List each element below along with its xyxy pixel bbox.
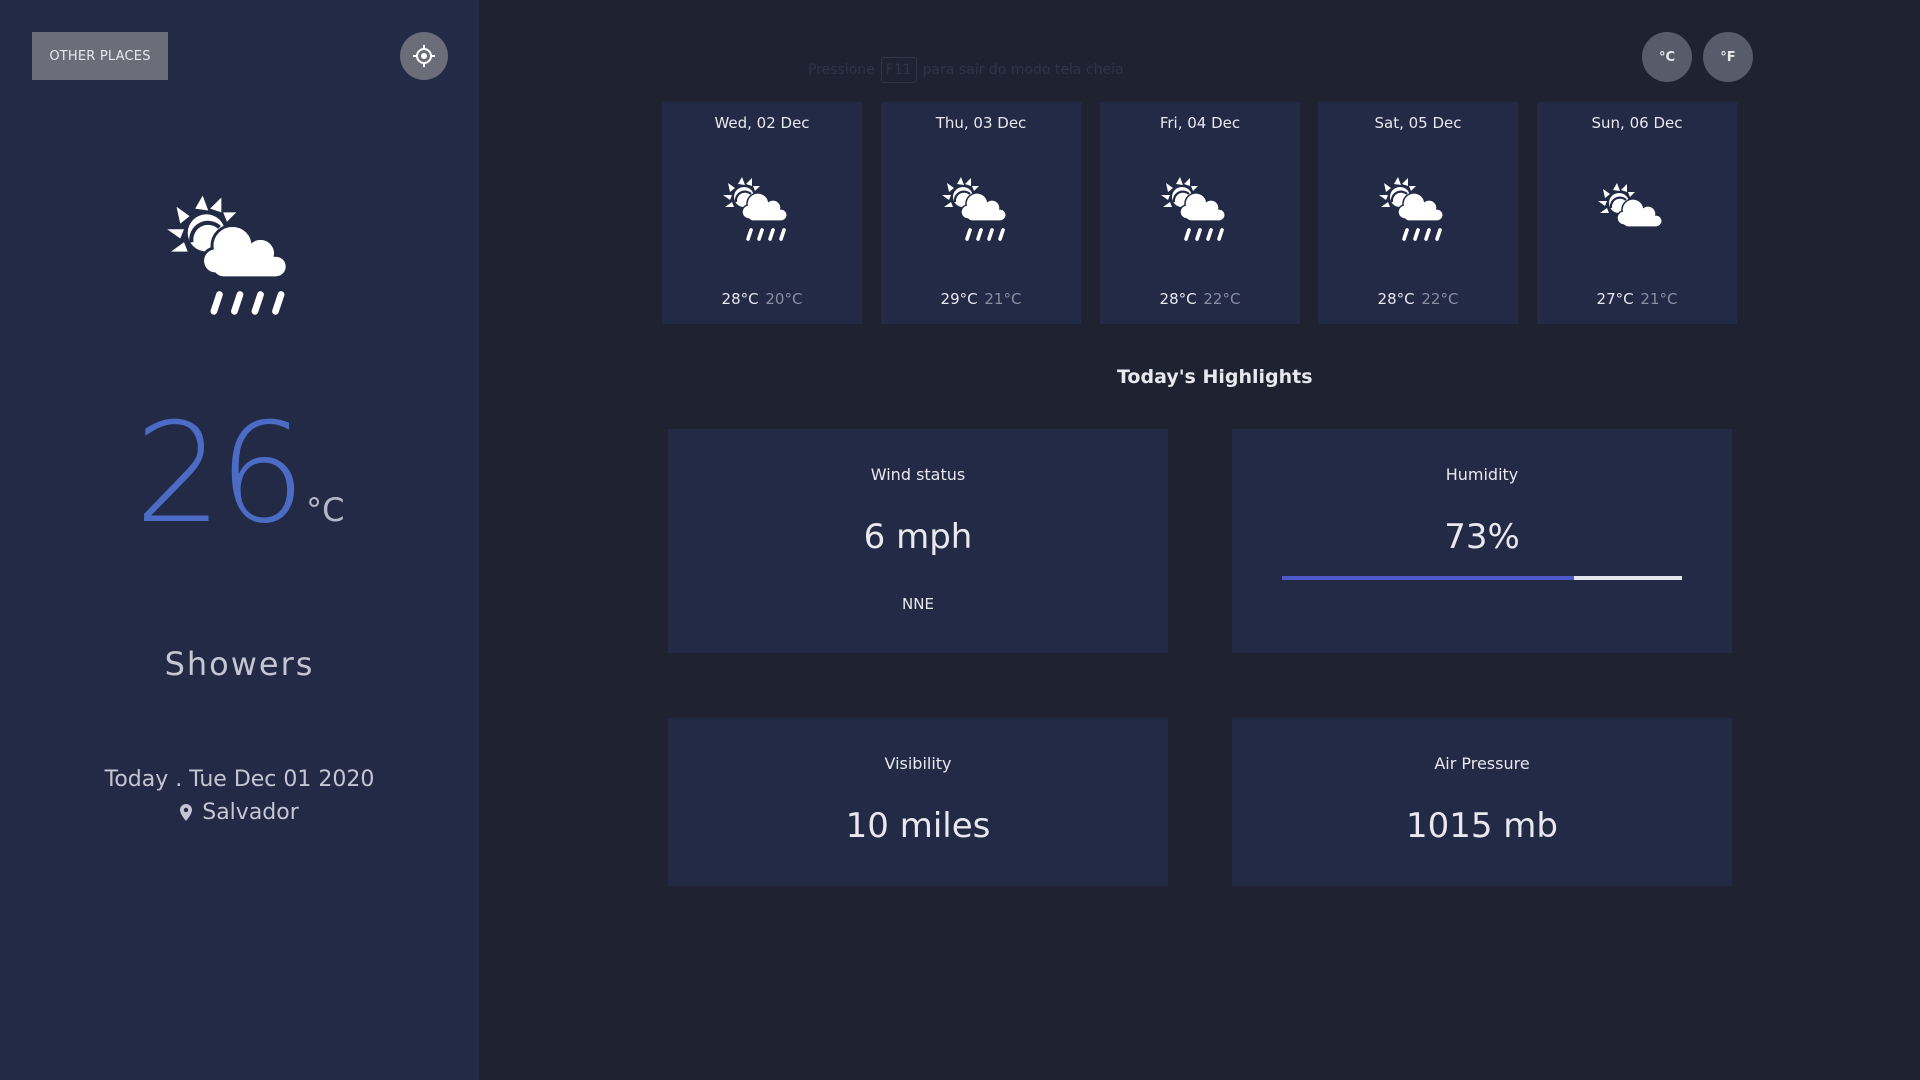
max-temp: 29°C bbox=[940, 290, 978, 308]
forecast-date: Sat, 05 Dec bbox=[1374, 114, 1462, 132]
celsius-button[interactable]: °C bbox=[1642, 32, 1692, 82]
fullscreen-hint: Pressione F11 para sair do modo tela che… bbox=[808, 57, 1124, 83]
showers-icon bbox=[167, 195, 289, 315]
forecast-temps: 28°C 22°C bbox=[1318, 290, 1518, 308]
location: Salvador bbox=[0, 800, 479, 825]
forecast-date: Fri, 04 Dec bbox=[1159, 114, 1241, 132]
max-temp: 27°C bbox=[1596, 290, 1634, 308]
hint-after: para sair do modo tela cheia bbox=[922, 62, 1124, 78]
map-pin-icon bbox=[180, 804, 193, 821]
date-line: Today . Tue Dec 01 2020 bbox=[104, 767, 375, 792]
humidity-bar-fill bbox=[1282, 576, 1574, 580]
wind-direction: NNE bbox=[902, 595, 934, 613]
location-name: Salvador bbox=[202, 800, 299, 825]
fahrenheit-button[interactable]: °F bbox=[1703, 32, 1753, 82]
pressure-value: 1015 mb bbox=[1405, 806, 1559, 846]
forecast-temps: 28°C 22°C bbox=[1100, 290, 1300, 308]
humidity-label: Humidity bbox=[1445, 465, 1519, 484]
humidity-value: 73% bbox=[1444, 517, 1520, 557]
light-cloud-icon bbox=[1597, 174, 1677, 249]
humidity-card: Humidity 73% bbox=[1232, 429, 1732, 653]
other-places-button[interactable]: OTHER PLACES bbox=[32, 32, 168, 80]
forecast-temps: 28°C 20°C bbox=[662, 290, 862, 308]
current-temperature: 26 °C bbox=[0, 405, 479, 543]
air-pressure-card: Air Pressure 1015 mb bbox=[1232, 718, 1732, 886]
wind-label: Wind status bbox=[870, 465, 966, 484]
forecast-card: Thu, 03 Dec 29°C 21°C bbox=[881, 102, 1081, 324]
max-temp: 28°C bbox=[721, 290, 759, 308]
hint-key: F11 bbox=[880, 57, 917, 83]
forecast-date: Thu, 03 Dec bbox=[935, 114, 1027, 132]
highlights-title: Today's Highlights bbox=[1117, 366, 1313, 388]
forecast-card: Sun, 06 Dec 27°C 21°C bbox=[1537, 102, 1737, 324]
forecast-card: Wed, 02 Dec 28°C 20°C bbox=[662, 102, 862, 324]
locate-button[interactable] bbox=[400, 32, 448, 80]
forecast-temps: 27°C 21°C bbox=[1537, 290, 1737, 308]
min-temp: 21°C bbox=[984, 290, 1022, 308]
forecast-temps: 29°C 21°C bbox=[881, 290, 1081, 308]
min-temp: 22°C bbox=[1203, 290, 1241, 308]
showers-icon bbox=[941, 174, 1021, 249]
sidebar: OTHER PLACES 26 °C Showers Today . Tue D… bbox=[0, 0, 479, 1080]
forecast-card: Sat, 05 Dec 28°C 22°C bbox=[1318, 102, 1518, 324]
pressure-label: Air Pressure bbox=[1434, 754, 1530, 773]
showers-icon bbox=[1160, 174, 1240, 249]
humidity-bar bbox=[1282, 576, 1682, 580]
hint-before: Pressione bbox=[808, 62, 875, 78]
forecast-date: Sun, 06 Dec bbox=[1591, 114, 1683, 132]
visibility-value: 10 miles bbox=[845, 806, 991, 846]
visibility-label: Visibility bbox=[884, 754, 952, 773]
max-temp: 28°C bbox=[1159, 290, 1197, 308]
showers-icon bbox=[1378, 174, 1458, 249]
wind-status-card: Wind status 6 mph NNE bbox=[668, 429, 1168, 653]
crosshair-icon bbox=[413, 45, 435, 67]
min-temp: 21°C bbox=[1640, 290, 1678, 308]
max-temp: 28°C bbox=[1377, 290, 1415, 308]
weather-condition: Showers bbox=[164, 645, 315, 683]
wind-value: 6 mph bbox=[863, 517, 973, 557]
showers-icon bbox=[722, 174, 802, 249]
visibility-card: Visibility 10 miles bbox=[668, 718, 1168, 886]
forecast-card: Fri, 04 Dec 28°C 22°C bbox=[1100, 102, 1300, 324]
temperature-value: 26 bbox=[134, 393, 307, 554]
forecast-date: Wed, 02 Dec bbox=[714, 114, 810, 132]
temperature-unit: °C bbox=[306, 491, 345, 529]
min-temp: 20°C bbox=[765, 290, 803, 308]
min-temp: 22°C bbox=[1421, 290, 1459, 308]
